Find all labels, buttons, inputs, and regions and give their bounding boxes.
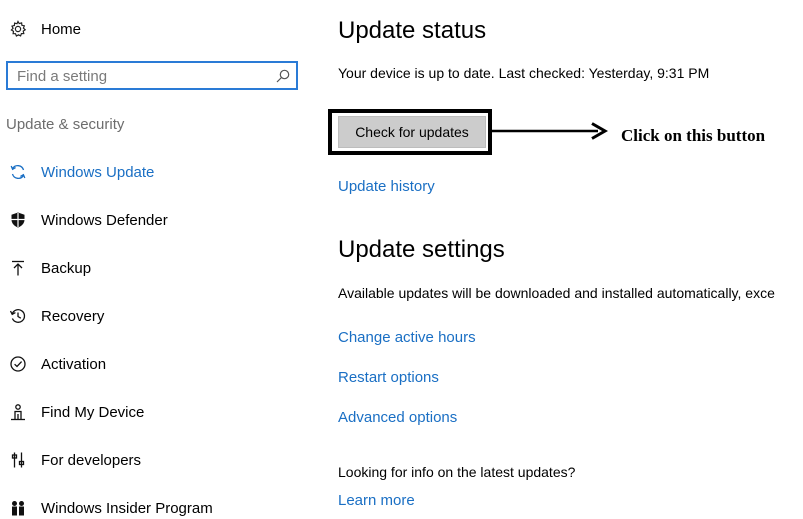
history-icon: [8, 306, 28, 326]
sidebar-item-windows-update[interactable]: Windows Update: [8, 159, 298, 185]
sidebar-item-windows-defender[interactable]: Windows Defender: [8, 207, 298, 233]
check-for-updates-button[interactable]: Check for updates: [338, 116, 486, 148]
update-history-link[interactable]: Update history: [338, 178, 435, 195]
sidebar-item-find-my-device[interactable]: Find My Device: [8, 399, 298, 425]
update-settings-title: Update settings: [338, 236, 505, 263]
sidebar-item-label: Windows Insider Program: [41, 499, 213, 517]
backup-arrow-icon: [8, 258, 28, 278]
sidebar-item-backup[interactable]: Backup: [8, 255, 298, 281]
sidebar-item-label: Windows Defender: [41, 211, 168, 229]
sidebar-item-label: Backup: [41, 259, 92, 277]
advanced-options-link[interactable]: Advanced options: [338, 409, 457, 426]
home-link[interactable]: Home: [8, 16, 81, 42]
change-active-hours-link[interactable]: Change active hours: [338, 329, 476, 346]
home-label: Home: [41, 20, 82, 38]
search-input[interactable]: [17, 66, 267, 86]
auto-update-text: Available updates will be downloaded and…: [338, 285, 775, 301]
sidebar-item-label: For developers: [41, 451, 142, 469]
person-locate-icon: [8, 402, 28, 422]
sync-icon: [8, 162, 28, 182]
annotation-arrow-icon: [492, 122, 609, 140]
settings-window: Home Update & security: [0, 0, 803, 519]
sidebar-item-recovery[interactable]: Recovery: [8, 303, 298, 329]
shield-icon: [8, 210, 28, 230]
sidebar-item-for-developers[interactable]: For developers: [8, 447, 298, 473]
search-box: [6, 61, 298, 90]
sidebar-item-label: Activation: [41, 355, 107, 373]
sidebar-item-windows-insider-program[interactable]: Windows Insider Program: [8, 495, 298, 519]
section-label: Update & security: [6, 116, 125, 133]
sidebar: Home Update & security: [0, 0, 310, 519]
learn-more-link[interactable]: Learn more: [338, 492, 415, 509]
sidebar-item-label: Windows Update: [41, 163, 155, 181]
sidebar-item-label: Recovery: [41, 307, 105, 325]
main-content: Update status Your device is up to date.…: [328, 0, 803, 519]
gear-icon: [8, 19, 28, 39]
sidebar-item-label: Find My Device: [41, 403, 145, 421]
annotation-text: Click on this button: [621, 126, 766, 145]
sidebar-item-activation[interactable]: Activation: [8, 351, 298, 377]
status-text: Your device is up to date. Last checked:…: [338, 65, 710, 81]
info-text: Looking for info on the latest updates?: [338, 464, 576, 480]
update-status-title: Update status: [338, 17, 487, 44]
check-circle-icon: [8, 354, 28, 374]
insider-icon: [8, 498, 28, 518]
restart-options-link[interactable]: Restart options: [338, 369, 439, 386]
sliders-icon: [8, 450, 28, 470]
search-icon[interactable]: [275, 68, 291, 84]
